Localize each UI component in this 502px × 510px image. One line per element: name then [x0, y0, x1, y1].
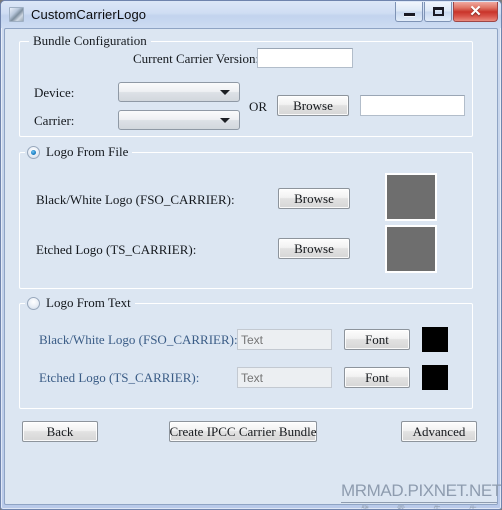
current-carrier-version-label: Current Carrier Version: [133, 51, 260, 66]
text-bw-input[interactable] [237, 329, 332, 350]
logo-from-text-group: Logo From Text [19, 295, 473, 409]
logo-from-text-legend[interactable]: Logo From Text [25, 295, 135, 311]
app-window: CustomCarrierLogo ✕ Bundle Configuration… [0, 0, 502, 510]
close-button[interactable]: ✕ [453, 2, 498, 22]
logo-from-text-label: Logo From Text [46, 295, 131, 310]
watermark-char: 發 [361, 505, 369, 510]
maximize-icon [432, 7, 444, 16]
carrier-label: Carrier: [34, 113, 75, 128]
window-title: CustomCarrierLogo [31, 7, 147, 22]
logo-from-file-label: Logo From File [46, 144, 129, 159]
text-bw-logo-label: Black/White Logo (FSO_CARRIER): [39, 332, 238, 347]
text-bw-color-swatch[interactable] [422, 327, 448, 352]
watermark-char: 霹 [397, 505, 405, 510]
watermark-char: 生 [469, 505, 477, 510]
logo-from-text-radio-icon[interactable] [27, 296, 40, 310]
watermark: MRMAD.PIXNET.NET 發 霹 先 生 [341, 481, 501, 510]
maximize-button[interactable] [424, 2, 452, 22]
text-bw-font-button[interactable]: Font [344, 329, 410, 350]
watermark-subtitle: 發 霹 先 生 [341, 504, 497, 510]
bundle-path-input[interactable] [360, 95, 465, 116]
text-etched-logo-label: Etched Logo (TS_CARRIER): [39, 370, 200, 385]
watermark-url: MRMAD.PIXNET.NET [341, 481, 501, 503]
file-etched-browse-button[interactable]: Browse [278, 238, 350, 259]
close-icon: ✕ [469, 3, 482, 20]
back-button[interactable]: Back [22, 421, 98, 442]
client-area: Bundle Configuration Current Carrier Ver… [4, 28, 501, 509]
file-bw-logo-label: Black/White Logo (FSO_CARRIER): [36, 192, 235, 207]
file-bw-preview[interactable] [385, 173, 437, 221]
device-label: Device: [34, 85, 75, 100]
advanced-button[interactable]: Advanced [401, 421, 477, 442]
file-etched-logo-label: Etched Logo (TS_CARRIER): [36, 242, 197, 257]
window-controls: ✕ [394, 2, 498, 24]
create-ipcc-carrier-bundle-button[interactable]: Create IPCC Carrier Bundle [169, 421, 317, 442]
minimize-icon [403, 13, 415, 16]
logo-from-file-radio-icon[interactable] [27, 145, 40, 159]
text-etched-color-swatch[interactable] [422, 365, 448, 390]
watermark-char: 先 [433, 505, 441, 510]
chevron-down-icon [220, 89, 230, 95]
device-combobox[interactable] [118, 82, 240, 102]
bundle-browse-button[interactable]: Browse [277, 95, 349, 116]
or-label: OR [249, 99, 268, 114]
chevron-down-icon [220, 117, 230, 123]
title-bar[interactable]: CustomCarrierLogo ✕ [1, 1, 501, 28]
text-etched-font-button[interactable]: Font [344, 367, 410, 388]
bundle-configuration-legend: Bundle Configuration [29, 33, 151, 49]
minimize-button[interactable] [395, 2, 423, 22]
carrier-combobox[interactable] [118, 110, 240, 130]
logo-from-file-legend[interactable]: Logo From File [25, 144, 133, 160]
current-carrier-version-input[interactable] [257, 48, 353, 68]
file-etched-preview[interactable] [385, 225, 437, 273]
text-etched-input[interactable] [237, 367, 332, 388]
app-icon [9, 7, 24, 22]
file-bw-browse-button[interactable]: Browse [278, 188, 350, 209]
